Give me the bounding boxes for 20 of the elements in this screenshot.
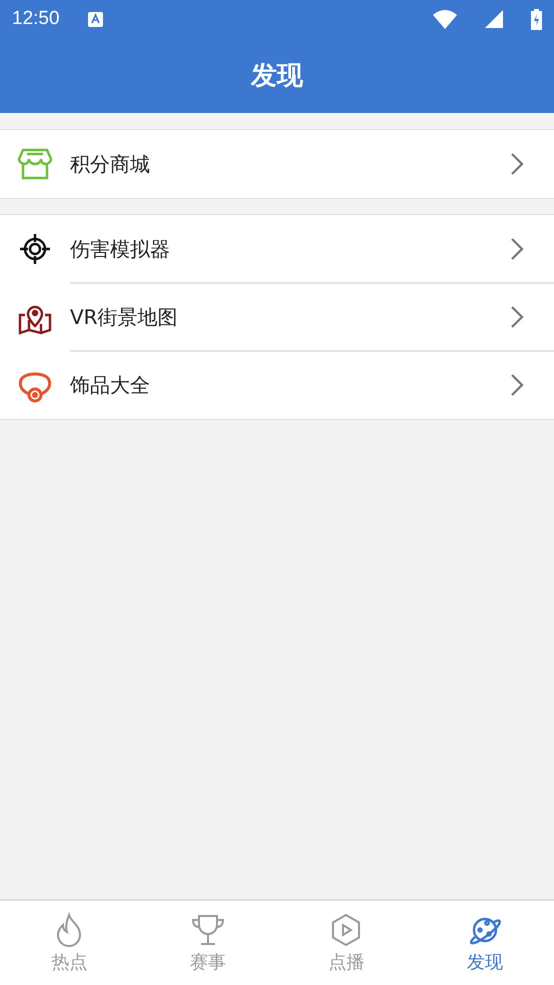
chevron-right-icon (510, 152, 524, 176)
wifi-icon (433, 10, 457, 28)
status-time: 12:50 (12, 8, 60, 30)
chevron-right-icon (510, 237, 524, 261)
menu-label: VR街景地图 (70, 304, 179, 330)
menu-item[interactable]: 积分商城 (0, 130, 554, 198)
keyboard-icon (88, 12, 103, 26)
chevron-right-icon (510, 373, 524, 397)
page-title: 发现 (251, 60, 303, 93)
menu-item[interactable]: 饰品大全 (0, 351, 554, 419)
menu-label: 伤害模拟器 (70, 236, 171, 262)
battery-icon (531, 8, 542, 30)
menu-item[interactable]: 伤害模拟器 (0, 215, 554, 283)
menu-item[interactable]: VR街景地图 (0, 283, 554, 351)
menu-label: 饰品大全 (70, 372, 151, 398)
signal-icon (485, 10, 503, 28)
chevron-right-icon (510, 305, 524, 329)
menu-label: 积分商城 (70, 150, 151, 178)
trophy-icon (190, 912, 226, 948)
nav-tab[interactable]: 发现 (416, 901, 554, 985)
